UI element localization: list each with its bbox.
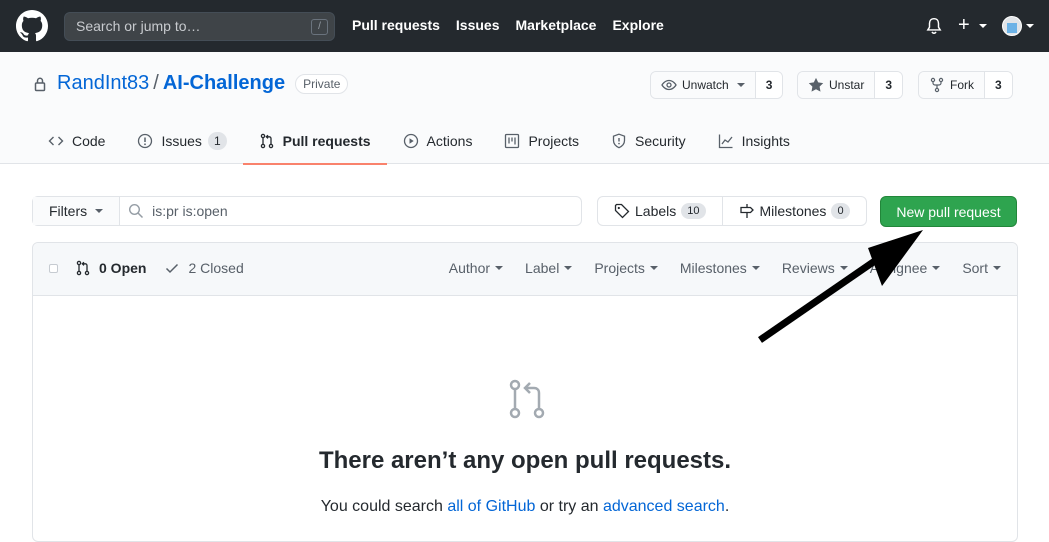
watch-count[interactable]: 3 <box>755 72 783 98</box>
tab-actions[interactable]: Actions <box>387 118 489 164</box>
labels-button[interactable]: Labels 10 <box>598 197 723 225</box>
tab-label: Pull requests <box>282 133 371 149</box>
filters-dropdown-button[interactable]: Filters <box>33 197 121 225</box>
unwatch-button[interactable]: Unwatch <box>651 72 756 98</box>
chevron-down-icon <box>736 83 745 87</box>
pull-request-icon <box>509 379 545 419</box>
nav-marketplace[interactable]: Marketplace <box>516 17 597 33</box>
chevron-down-icon <box>564 266 573 270</box>
labels-count-badge: 10 <box>681 203 706 219</box>
empty-state-text: You could search all of GitHub or try an… <box>320 498 730 515</box>
graph-icon <box>718 134 733 149</box>
tab-label: Actions <box>426 133 473 149</box>
annotation-arrow-icon <box>758 230 923 343</box>
nav-explore[interactable]: Explore <box>612 17 663 33</box>
star-count[interactable]: 3 <box>875 72 903 98</box>
lock-icon <box>34 77 46 91</box>
repo-header: RandInt83 / AI-Challenge Private Unwatch… <box>0 52 1049 165</box>
pull-request-icon <box>76 260 90 276</box>
fork-button[interactable]: Fork <box>919 72 985 98</box>
unstar-button[interactable]: Unstar <box>798 72 876 98</box>
avatar[interactable] <box>1002 16 1022 36</box>
tab-security[interactable]: Security <box>595 118 702 164</box>
top-nav: Pull requests Issues Marketplace Explore <box>352 17 664 33</box>
pull-request-icon <box>260 133 273 149</box>
tab-insights[interactable]: Insights <box>702 118 806 164</box>
repo-separator: / <box>153 72 159 94</box>
chevron-down-icon <box>993 266 1001 270</box>
sort-filter[interactable]: Sort <box>962 260 1001 276</box>
slash-shortcut-icon: / <box>311 19 328 35</box>
code-icon <box>48 136 64 146</box>
tab-projects[interactable]: Projects <box>488 118 595 164</box>
closed-count-label: 2 Closed <box>188 260 244 276</box>
open-count-label: 0 Open <box>99 260 147 276</box>
nav-issues[interactable]: Issues <box>456 17 500 33</box>
chevron-down-icon <box>1026 24 1034 28</box>
advanced-search-link[interactable]: advanced search <box>603 498 725 515</box>
labels-label: Labels <box>635 203 677 219</box>
repo-title: RandInt83 / AI-Challenge Private <box>33 72 349 95</box>
star-icon <box>808 77 824 92</box>
milestones-label: Milestones <box>759 203 827 219</box>
tab-label: Issues <box>161 133 202 149</box>
chevron-down-icon <box>495 266 504 270</box>
fork-label: Fork <box>950 78 974 92</box>
fork-icon <box>930 77 944 93</box>
issue-icon <box>138 133 153 149</box>
visibility-badge: Private <box>295 73 349 94</box>
nav-pull-requests[interactable]: Pull requests <box>352 17 440 33</box>
filter-query-value: is:pr is:open <box>152 203 228 219</box>
issues-count-badge: 1 <box>207 132 227 150</box>
chevron-down-icon <box>649 266 658 270</box>
tab-label: Projects <box>528 133 580 149</box>
milestones-count-badge: 0 <box>831 203 850 219</box>
shield-icon <box>612 133 626 149</box>
global-header: Search or jump to… / Pull requests Issue… <box>0 0 1049 52</box>
eye-icon <box>661 79 677 91</box>
empty-state-title: There aren’t any open pull requests. <box>318 447 732 474</box>
bell-icon[interactable] <box>925 16 943 36</box>
repo-owner-link[interactable]: RandInt83 <box>57 72 149 95</box>
filter-search-input[interactable]: is:pr is:open <box>120 197 228 225</box>
unwatch-label: Unwatch <box>682 78 729 92</box>
filters-label: Filters <box>49 203 88 219</box>
select-all-checkbox[interactable] <box>49 264 58 273</box>
label-filter[interactable]: Label <box>525 260 573 276</box>
tag-icon <box>614 203 630 219</box>
global-search-input[interactable]: Search or jump to… / <box>64 12 335 41</box>
search-icon <box>129 203 144 219</box>
author-filter[interactable]: Author <box>449 260 504 276</box>
project-icon <box>505 133 520 149</box>
tab-pull-requests[interactable]: Pull requests <box>242 118 387 165</box>
open-filter-link[interactable]: 0 Open <box>75 260 146 276</box>
check-icon <box>166 263 179 274</box>
chevron-down-icon <box>95 209 104 213</box>
star-button-group: Unstar 3 <box>797 71 904 99</box>
search-placeholder: Search or jump to… <box>76 18 201 34</box>
unstar-label: Unstar <box>829 78 865 92</box>
tab-issues[interactable]: Issues 1 <box>121 118 242 164</box>
chevron-down-icon <box>979 24 987 28</box>
closed-filter-link[interactable]: 2 Closed <box>164 260 244 276</box>
tab-code[interactable]: Code <box>32 118 121 164</box>
tab-label: Security <box>635 133 686 149</box>
tab-label: Insights <box>741 133 790 149</box>
projects-filter[interactable]: Projects <box>594 260 658 276</box>
plus-icon[interactable]: + <box>958 14 970 36</box>
tab-label: Code <box>72 133 106 149</box>
play-icon <box>403 133 418 149</box>
state-filters: 0 Open 2 Closed <box>75 260 244 276</box>
fork-button-group: Fork 3 <box>918 71 1013 99</box>
watch-button-group: Unwatch 3 <box>650 71 784 99</box>
repo-name-link[interactable]: AI-Challenge <box>163 72 285 95</box>
milestone-icon <box>739 204 754 218</box>
filter-bar: Filters is:pr is:open <box>32 196 582 226</box>
fork-count[interactable]: 3 <box>985 72 1012 98</box>
github-logo-icon[interactable] <box>16 10 48 42</box>
repo-tabs: Code Issues 1 Pull requests Actions Proj… <box>32 118 806 165</box>
all-github-search-link[interactable]: all of GitHub <box>447 498 535 515</box>
